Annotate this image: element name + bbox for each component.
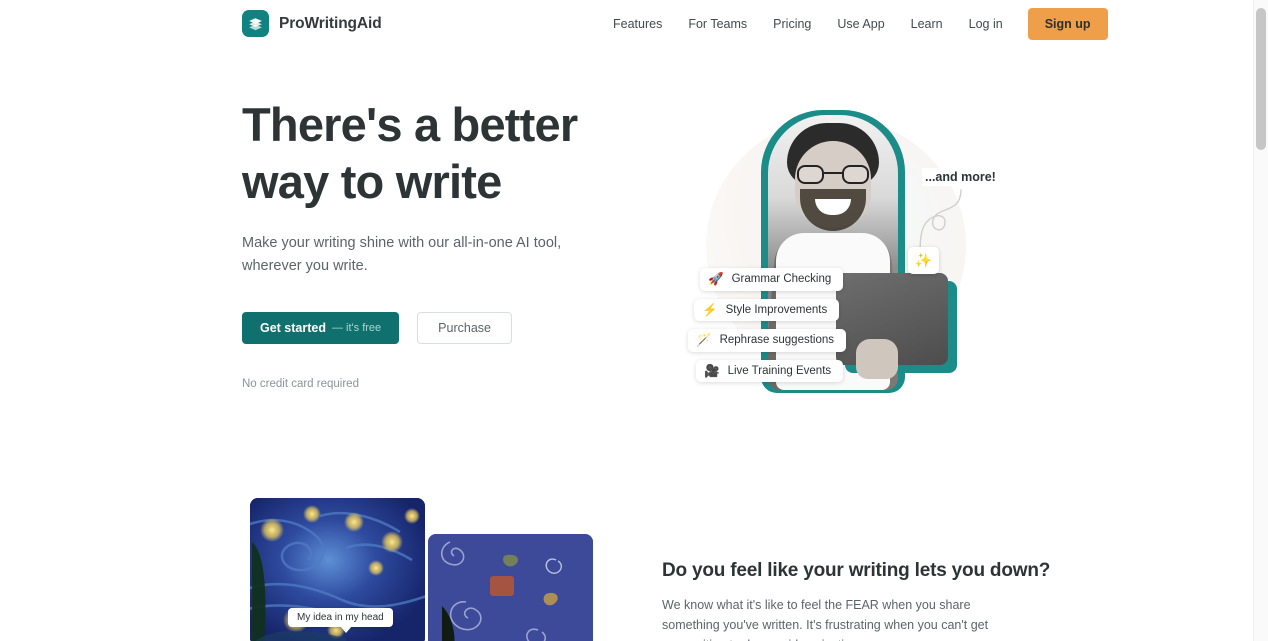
- feature-label: Live Training Events: [727, 364, 832, 377]
- magic-wand-icon: 🪄: [696, 333, 712, 347]
- feature-label: Rephrase suggestions: [719, 334, 835, 347]
- vertical-scrollbar-thumb[interactable]: [1256, 8, 1266, 150]
- feature-card-style-improvements[interactable]: ⚡ Style Improvements: [694, 298, 840, 321]
- lightning-icon: ⚡: [702, 302, 718, 317]
- feature-card-rephrase-suggestions[interactable]: 🪄 Rephrase suggestions: [688, 329, 847, 352]
- idea-vs-reality-illustration: My idea in my head: [250, 498, 593, 641]
- section2-body: We know what it's like to feel the FEAR …: [662, 598, 989, 641]
- idea-in-my-head-label: My idea in my head: [288, 608, 393, 633]
- feature-label: Grammar Checking: [731, 273, 832, 286]
- hero-title: There's a better way to write: [242, 96, 642, 210]
- prowritingaid-logo-icon: [242, 10, 269, 37]
- brand-name: ProWritingAid: [279, 14, 382, 32]
- hero-title-line-1: There's a better: [242, 98, 578, 151]
- nav-item-features[interactable]: Features: [600, 9, 675, 39]
- get-started-sublabel: — it's free: [332, 322, 382, 334]
- sign-up-button[interactable]: Sign up: [1027, 8, 1108, 40]
- sparkles-icon: ✨: [908, 247, 939, 274]
- hero-illustration: ✨ 🚀 Grammar Checking ⚡ Style Improvement…: [660, 103, 1020, 438]
- feature-card-grammar-checking[interactable]: 🚀 Grammar Checking: [700, 268, 844, 291]
- brand-logo[interactable]: ProWritingAid: [242, 10, 382, 37]
- writing-lets-you-down-section: My idea in my head Do you feel like your…: [0, 488, 1253, 641]
- vertical-scrollbar-track[interactable]: [1253, 0, 1268, 641]
- hero-section: There's a better way to write Make your …: [0, 48, 1253, 488]
- nav-item-use-app[interactable]: Use App: [824, 9, 897, 39]
- hero-copy: There's a better way to write Make your …: [242, 96, 642, 390]
- no-credit-card-note: No credit card required: [242, 378, 359, 390]
- hero-title-line-2: way to write: [242, 155, 502, 208]
- feature-card-list: 🚀 Grammar Checking ⚡ Style Improvements …: [688, 268, 847, 382]
- nav-item-learn[interactable]: Learn: [898, 9, 956, 39]
- hero-subtitle: Make your writing shine with our all-in-…: [242, 235, 562, 274]
- hand: [856, 339, 898, 379]
- nav-item-for-teams[interactable]: For Teams: [675, 9, 760, 39]
- hero-cta-group: Get started — it's free Purchase: [242, 312, 642, 344]
- and-more-label: ...and more!: [922, 168, 999, 186]
- lens-right: [842, 165, 869, 184]
- main-navigation: Features For Teams Pricing Use App Learn…: [600, 8, 1108, 40]
- feature-card-live-training-events[interactable]: 🎥 Live Training Events: [696, 359, 844, 382]
- glasses-icon: [797, 165, 869, 184]
- section2-title: Do you feel like your writing lets you d…: [662, 560, 1051, 581]
- crude-drawing-panel: [428, 534, 593, 641]
- lens-left: [797, 165, 824, 184]
- get-started-label: Get started: [260, 321, 326, 335]
- browser-viewport: ProWritingAid Features For Teams Pricing…: [0, 0, 1268, 641]
- get-started-button[interactable]: Get started — it's free: [242, 312, 400, 344]
- rocket-icon: 🚀: [708, 272, 724, 286]
- purchase-button[interactable]: Purchase: [417, 312, 512, 344]
- section2-copy: Do you feel like your writing lets you d…: [662, 560, 1051, 641]
- movie-camera-icon: 🎥: [704, 363, 720, 378]
- nav-item-log-in[interactable]: Log in: [956, 9, 1016, 39]
- site-header: ProWritingAid Features For Teams Pricing…: [0, 0, 1253, 48]
- glasses-bridge: [824, 172, 842, 175]
- nav-item-pricing[interactable]: Pricing: [760, 9, 824, 39]
- feature-label: Style Improvements: [725, 303, 828, 316]
